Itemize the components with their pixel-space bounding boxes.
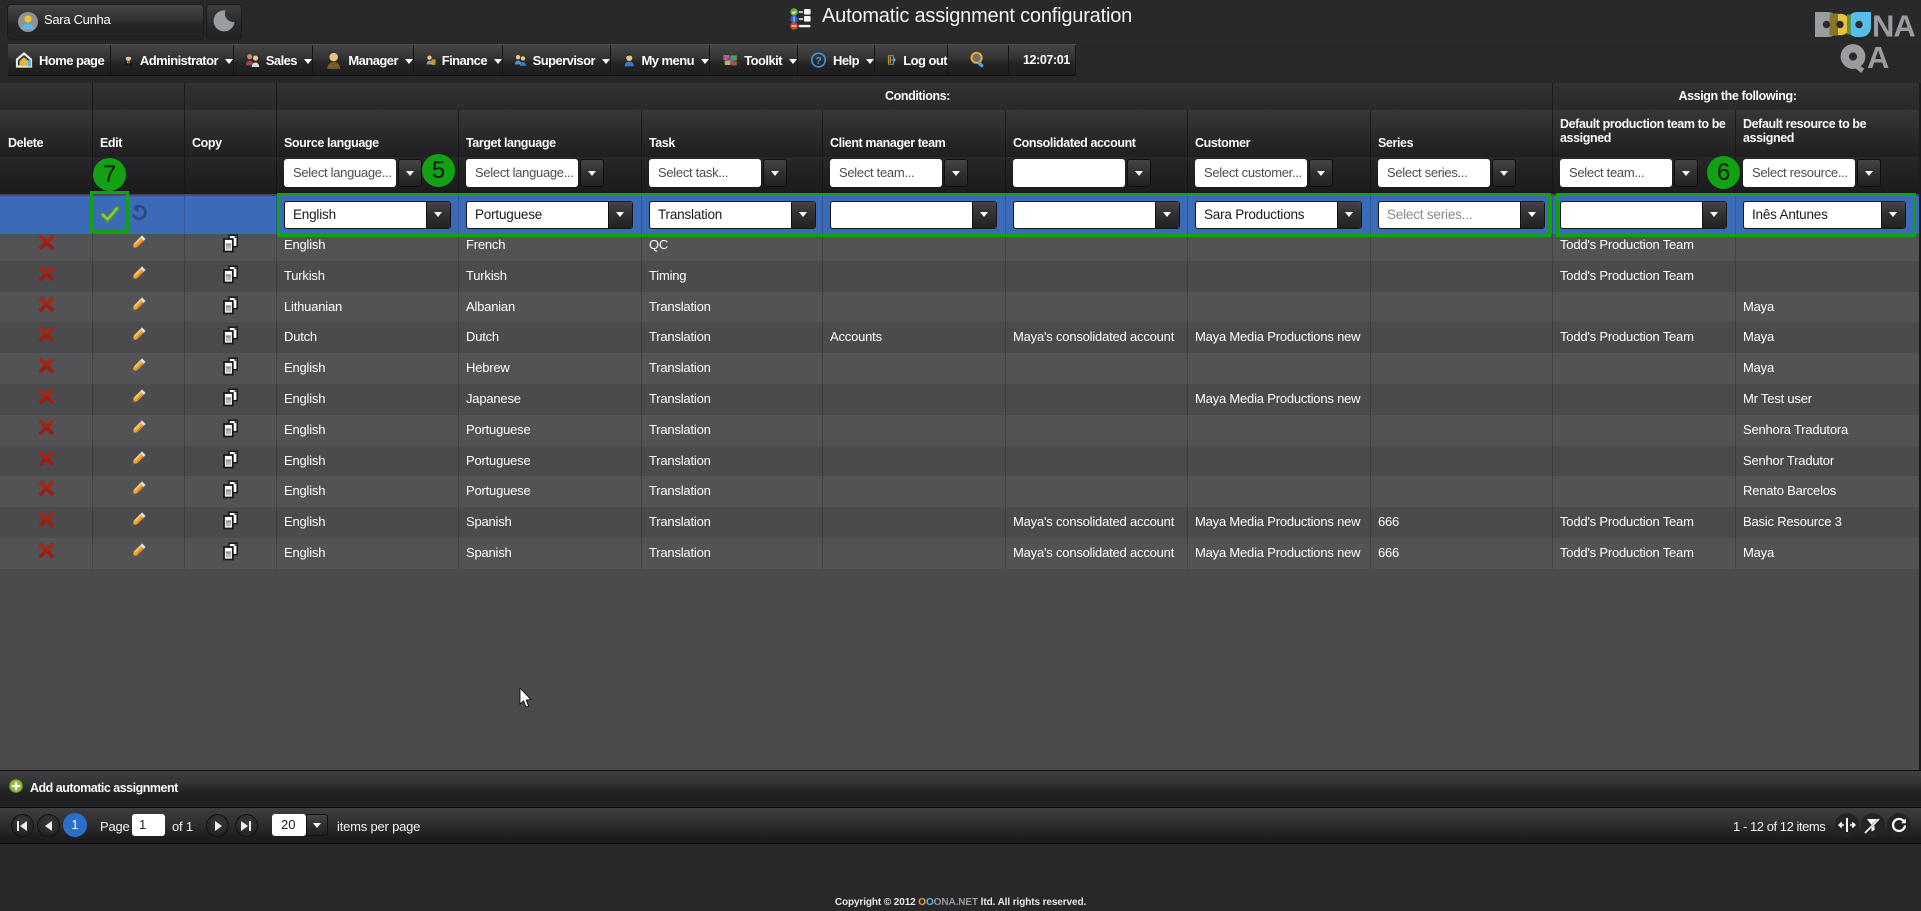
svg-text:NA: NA	[1872, 9, 1915, 44]
svg-text:A: A	[1867, 40, 1889, 75]
svg-text:?: ?	[815, 56, 821, 67]
